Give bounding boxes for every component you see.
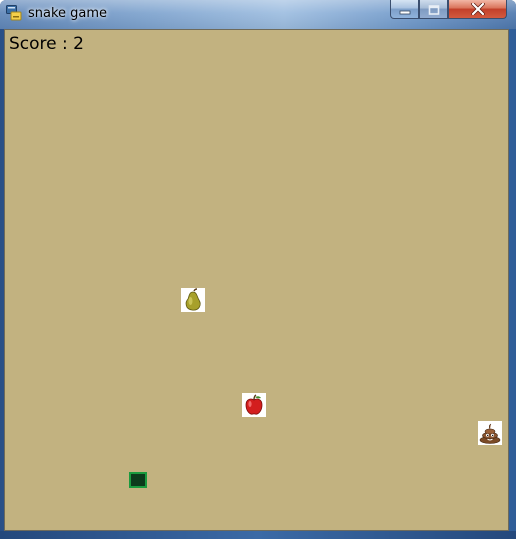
window-bottom-frame xyxy=(0,531,516,539)
minimize-button[interactable] xyxy=(390,0,419,19)
snake-segment xyxy=(129,472,147,488)
game-window: snake game Score: 2 xyxy=(0,0,516,539)
apple-icon xyxy=(242,393,266,417)
score-label: Score : 2 xyxy=(9,34,84,54)
apple-item xyxy=(242,393,266,417)
poop-item xyxy=(478,421,502,445)
python-icon xyxy=(6,5,22,21)
pear-icon xyxy=(181,288,205,312)
maximize-button[interactable] xyxy=(419,0,448,19)
minimize-icon xyxy=(399,0,411,19)
close-button[interactable] xyxy=(448,0,507,19)
game-canvas[interactable]: Score : 2 xyxy=(4,29,509,531)
maximize-icon xyxy=(428,0,440,19)
poop-icon xyxy=(478,421,502,445)
title-bar[interactable]: snake game xyxy=(0,0,516,29)
close-icon xyxy=(470,0,485,19)
window-title: snake game xyxy=(28,6,108,21)
pear-item xyxy=(181,288,205,312)
